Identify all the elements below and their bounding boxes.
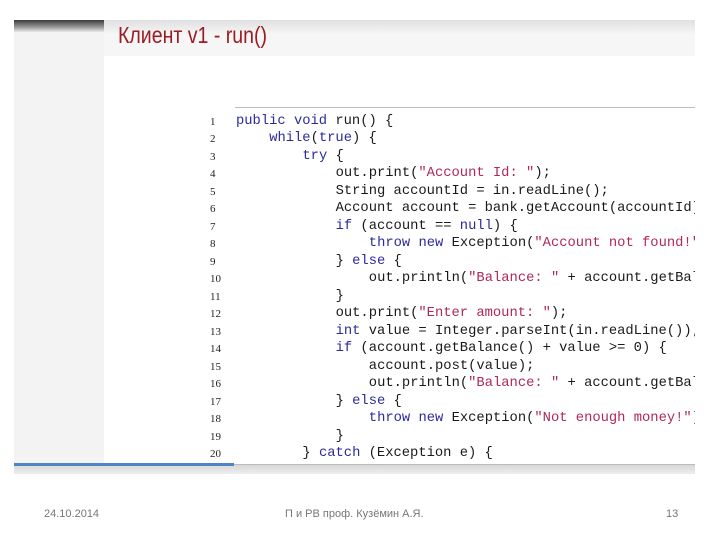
line-number: 12	[210, 308, 221, 321]
footer-date: 24.10.2014	[44, 508, 100, 520]
code-line: int value = Integer.parseInt(in.readLine…	[336, 324, 695, 339]
code-area: 1 public void run() {2 while(true) {3 try {…	[104, 56, 695, 474]
code-text: ) {	[492, 218, 518, 234]
code-string: "Balance: "	[468, 271, 560, 287]
line-number: 10	[210, 273, 221, 286]
line-number: 20	[210, 448, 221, 461]
line-number: 1	[210, 116, 216, 128]
code-line: }	[336, 429, 344, 444]
code-text: }	[335, 288, 344, 304]
code-line: String accountId = in.readLine();	[336, 184, 609, 199]
code-line: try {	[302, 149, 343, 164]
code-keyword: if	[335, 218, 353, 234]
code-text: out.print(	[335, 166, 419, 182]
code-keyword: else	[352, 393, 386, 409]
line-number: 7	[210, 220, 216, 233]
code-text: (	[310, 131, 319, 147]
code-text: out.print(	[335, 306, 419, 322]
code-line: throw new Exception("Not enough money!")…	[369, 411, 695, 426]
code-text: (account ==	[352, 218, 460, 234]
code-string: "Account not found!"	[534, 236, 695, 252]
progress-accent-bar	[14, 463, 234, 466]
separator	[235, 107, 695, 108]
line-number: 11	[210, 290, 221, 303]
line-number: 14	[210, 343, 221, 356]
code-line: out.print("Enter amount: ");	[336, 306, 568, 321]
code-text: {	[385, 253, 402, 269]
line-number: 6	[210, 203, 216, 216]
code-text: ) {	[352, 131, 377, 147]
line-number: 18	[210, 413, 221, 426]
line-number: 16	[210, 378, 221, 391]
code-line: account.post(value);	[369, 359, 535, 374]
code-text: (account.getBalance() + value >= 0) {	[352, 341, 667, 357]
code-line: } else {	[336, 394, 402, 409]
code-string: "Account Id: "	[418, 166, 535, 182]
code-line: }	[336, 289, 344, 304]
line-number: 3	[210, 150, 216, 163]
code-text: (Exception e) {	[360, 446, 493, 462]
line-number: 9	[210, 255, 216, 268]
code-keyword: else	[352, 253, 386, 269]
code-keyword: int	[335, 323, 361, 339]
code-line: out.println("Balance: " + account.getBal…	[369, 271, 695, 286]
line-number: 19	[210, 430, 221, 443]
code-line: if (account.getBalance() + value >= 0) {	[336, 341, 667, 356]
footer-author: П и РВ проф. Кузёмин А.Я.	[285, 508, 424, 520]
code-keyword: true	[318, 131, 352, 147]
code-text: Exception(	[451, 411, 535, 427]
code-string: "Balance: "	[468, 376, 560, 392]
code-string: "Enter amount: "	[418, 306, 551, 322]
line-number: 8	[210, 238, 216, 251]
code-text: account.post(value);	[368, 358, 535, 374]
line-number: 17	[210, 395, 221, 408]
code-text: + account.getBalance());	[567, 271, 696, 287]
code-text: }	[335, 253, 353, 269]
line-number: 13	[210, 325, 221, 338]
embedded-screenshot: Клиент v1 - run() 1 public void run() { 2 w…	[14, 20, 695, 474]
code-text: out.println(	[368, 376, 469, 392]
code-text: Account account = bank.getAccount(accoun…	[335, 201, 695, 217]
code-text: out.println(	[368, 271, 469, 287]
code-keyword: while	[269, 131, 311, 147]
code-line: public void run() {	[236, 114, 393, 129]
code-text: }	[302, 446, 319, 462]
code-text: run() {	[335, 114, 394, 129]
slide-title: Клиент v1 - run()	[118, 22, 268, 48]
code-line: if (account == null) {	[336, 219, 518, 234]
code-text: value = Integer.parseInt(in.readLine());	[360, 323, 695, 339]
code-text: {	[385, 393, 402, 409]
code-line: out.println("Balance: " + account.getBal…	[369, 376, 695, 391]
code-line: out.print("Account Id: ");	[336, 166, 551, 181]
code-keyword: null	[459, 218, 493, 234]
code-text: Exception(	[451, 236, 535, 252]
code-line: Account account = bank.getAccount(accoun…	[336, 201, 695, 216]
line-number: 2	[210, 133, 216, 146]
line-number: 5	[210, 185, 216, 198]
code-keyword: throw new	[368, 236, 452, 252]
page-number: 13	[666, 508, 679, 520]
code-line: } else {	[336, 254, 402, 269]
code-keyword: try	[302, 148, 328, 164]
code-text: );	[692, 411, 695, 426]
code-line: while(true) {	[269, 131, 377, 146]
code-line: throw new Exception("Account not found!"…	[369, 236, 695, 251]
code-text: String accountId = in.readLine();	[335, 183, 609, 199]
code-keyword: catch	[318, 446, 361, 462]
code-text: );	[534, 166, 551, 182]
code-keyword: public void	[236, 114, 336, 129]
line-number: 4	[210, 168, 216, 181]
code-keyword: throw new	[368, 411, 452, 427]
code-string: "Not enough money!"	[534, 411, 692, 427]
code-text: {	[327, 148, 344, 164]
code-line: } catch (Exception e) {	[302, 446, 492, 461]
code-keyword: if	[335, 341, 353, 357]
code-text: );	[550, 306, 568, 322]
code-text: + account.getBalance());	[567, 376, 696, 392]
code-text: }	[335, 428, 344, 444]
line-number: 15	[210, 360, 221, 373]
code-text: }	[335, 393, 353, 409]
